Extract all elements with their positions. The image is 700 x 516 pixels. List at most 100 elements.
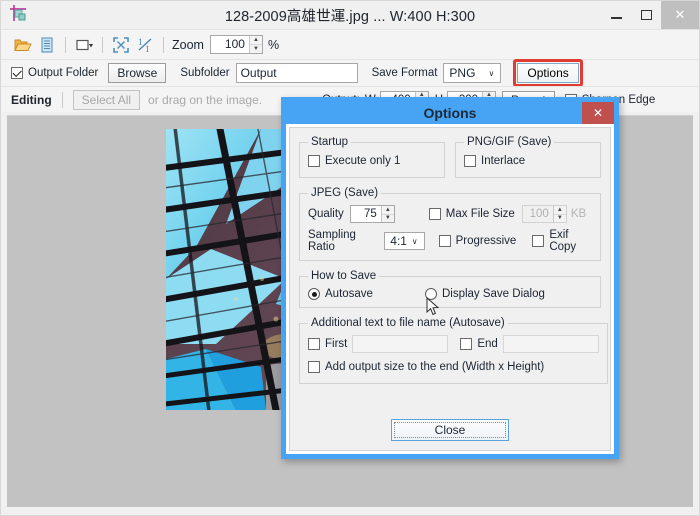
startup-legend: Startup: [311, 136, 349, 148]
select-all-button[interactable]: Select All: [72, 89, 141, 110]
output-folder-label: Output Folder: [28, 67, 99, 79]
dialog-close-button[interactable]: Close: [391, 419, 509, 441]
jpeg-sampling-row: Sampling Ratio 4:1 ∨ Progressive Exif Co…: [308, 229, 592, 253]
end-checkbox[interactable]: End: [460, 338, 498, 350]
quality-value[interactable]: 75: [351, 206, 381, 222]
max-file-size-checkbox[interactable]: Max File Size: [428, 208, 515, 220]
checkbox-box[interactable]: [11, 67, 23, 79]
end-text-input[interactable]: [502, 335, 599, 353]
file-list-icon[interactable]: [35, 34, 59, 56]
toolbar-divider: [65, 36, 66, 53]
zoom-label: Zoom: [172, 37, 204, 52]
max-file-size-value[interactable]: 100: [523, 206, 553, 222]
display-save-dialog-radio[interactable]: Display Save Dialog: [424, 288, 545, 300]
zoom-spin-down[interactable]: ▼: [250, 45, 262, 53]
max-size-spin-arrows[interactable]: ▲ ▼: [552, 206, 566, 223]
checkbox-box[interactable]: [308, 361, 320, 373]
output-folder-checkbox[interactable]: Output Folder: [11, 67, 98, 79]
output-toolbar: Output Folder Browse Subfolder Save Form…: [1, 59, 699, 87]
zoom-spin-up[interactable]: ▲: [249, 36, 262, 45]
quality-spin-arrows[interactable]: ▲ ▼: [380, 206, 394, 223]
png-gif-legend: PNG/GIF (Save): [467, 136, 552, 148]
quality-label: Quality: [308, 208, 344, 220]
startup-png-row: Startup Execute only 1 PNG/GIF (Save) In…: [299, 136, 601, 178]
svg-text:1: 1: [138, 37, 143, 47]
execute-only-1-label: Execute only 1: [325, 155, 401, 167]
checkbox-box[interactable]: [308, 338, 320, 350]
minimize-button[interactable]: [601, 1, 631, 29]
checkbox-box[interactable]: [464, 155, 476, 167]
toolbar-divider: [102, 36, 103, 53]
editing-label: Editing: [11, 92, 52, 107]
browse-button[interactable]: Browse: [108, 63, 167, 83]
checkbox-box[interactable]: [460, 338, 473, 350]
first-label: First: [325, 338, 348, 350]
radio-dot[interactable]: [424, 288, 437, 300]
dialog-body: Startup Execute only 1 PNG/GIF (Save) In…: [289, 127, 611, 451]
rectangle-select-icon[interactable]: [72, 34, 96, 56]
chevron-down-icon: ∨: [488, 68, 495, 78]
execute-only-1-checkbox[interactable]: Execute only 1: [308, 155, 400, 167]
display-save-dialog-label: Display Save Dialog: [441, 288, 545, 300]
max-size-spin-down[interactable]: ▼: [554, 215, 566, 223]
quality-spin-up[interactable]: ▲: [381, 206, 394, 215]
save-format-value: PNG: [449, 66, 476, 80]
max-size-spin-up[interactable]: ▲: [553, 206, 566, 215]
jpeg-quality-row: Quality 75 ▲ ▼ Max File Size 100 ▲ ▼ KB: [308, 205, 592, 223]
zoom-spin-arrows[interactable]: ▲ ▼: [248, 36, 262, 53]
how-to-save-legend: How to Save: [311, 270, 377, 282]
quality-stepper[interactable]: 75 ▲ ▼: [349, 205, 395, 223]
jpeg-group: JPEG (Save) Quality 75 ▲ ▼ Max File Size: [299, 187, 601, 261]
end-label: End: [477, 338, 498, 350]
add-output-size-label: Add output size to the end (Width x Heig…: [325, 361, 545, 373]
maximize-button[interactable]: [631, 1, 661, 29]
max-file-size-stepper[interactable]: 100 ▲ ▼: [521, 205, 567, 223]
additional-text-row: First End: [308, 335, 599, 353]
first-text-input[interactable]: [352, 335, 449, 353]
close-window-button[interactable]: ✕: [661, 1, 699, 29]
crop-tool-icon: [7, 3, 33, 27]
title-bar: 128-2009高雄世運.jpg ... W:400 H:300 ✕: [1, 1, 699, 29]
sampling-ratio-label: Sampling Ratio: [308, 229, 356, 253]
save-format-dropdown[interactable]: PNG ∨: [443, 63, 502, 83]
open-folder-icon[interactable]: [11, 34, 35, 56]
startup-group: Startup Execute only 1: [299, 136, 445, 178]
interlace-label: Interlace: [481, 155, 526, 167]
main-window: 128-2009高雄世運.jpg ... W:400 H:300 ✕ 1 1 Z…: [0, 0, 700, 516]
options-dialog: Options ✕ Startup Execute only 1 PNG/GIF…: [281, 97, 619, 459]
progressive-checkbox[interactable]: Progressive: [438, 235, 516, 247]
how-to-save-row: Autosave Display Save Dialog: [308, 288, 592, 300]
dialog-close-icon[interactable]: ✕: [582, 102, 614, 124]
first-checkbox[interactable]: First: [308, 338, 347, 350]
exif-copy-label: Exif Copy: [549, 229, 577, 253]
radio-dot[interactable]: [308, 288, 320, 300]
checkbox-box[interactable]: [438, 235, 451, 247]
drag-hint-text: or drag on the image.: [148, 92, 263, 107]
subfolder-label: Subfolder: [180, 67, 230, 79]
quality-spin-down[interactable]: ▼: [382, 215, 394, 223]
max-file-size-unit: KB: [570, 208, 587, 220]
add-output-size-checkbox[interactable]: Add output size to the end (Width x Heig…: [308, 361, 544, 373]
exif-copy-checkbox[interactable]: Exif Copy: [532, 229, 592, 253]
checkbox-box[interactable]: [428, 208, 441, 220]
additional-text-group: Additional text to file name (Autosave) …: [299, 317, 608, 384]
dialog-title: Options: [423, 105, 477, 121]
dialog-footer: Close: [299, 411, 601, 444]
sampling-ratio-dropdown[interactable]: 4:1 ∨: [384, 232, 425, 250]
max-file-size-label: Max File Size: [445, 208, 515, 220]
sampling-ratio-value: 4:1: [390, 234, 407, 248]
zoom-value[interactable]: 100: [211, 36, 249, 53]
fit-to-window-icon[interactable]: [109, 34, 133, 56]
checkbox-box[interactable]: [532, 235, 545, 247]
subfolder-input[interactable]: [235, 63, 358, 83]
autosave-label: Autosave: [325, 288, 373, 300]
zoom-stepper[interactable]: 100 ▲ ▼: [209, 35, 263, 54]
autosave-radio[interactable]: Autosave: [308, 288, 373, 300]
actual-size-icon[interactable]: 1 1: [133, 34, 157, 56]
options-button[interactable]: Options: [517, 63, 579, 83]
window-controls: ✕: [601, 1, 699, 29]
jpeg-legend: JPEG (Save): [311, 187, 379, 199]
save-format-label: Save Format: [371, 67, 438, 79]
checkbox-box[interactable]: [308, 155, 320, 167]
interlace-checkbox[interactable]: Interlace: [464, 155, 525, 167]
